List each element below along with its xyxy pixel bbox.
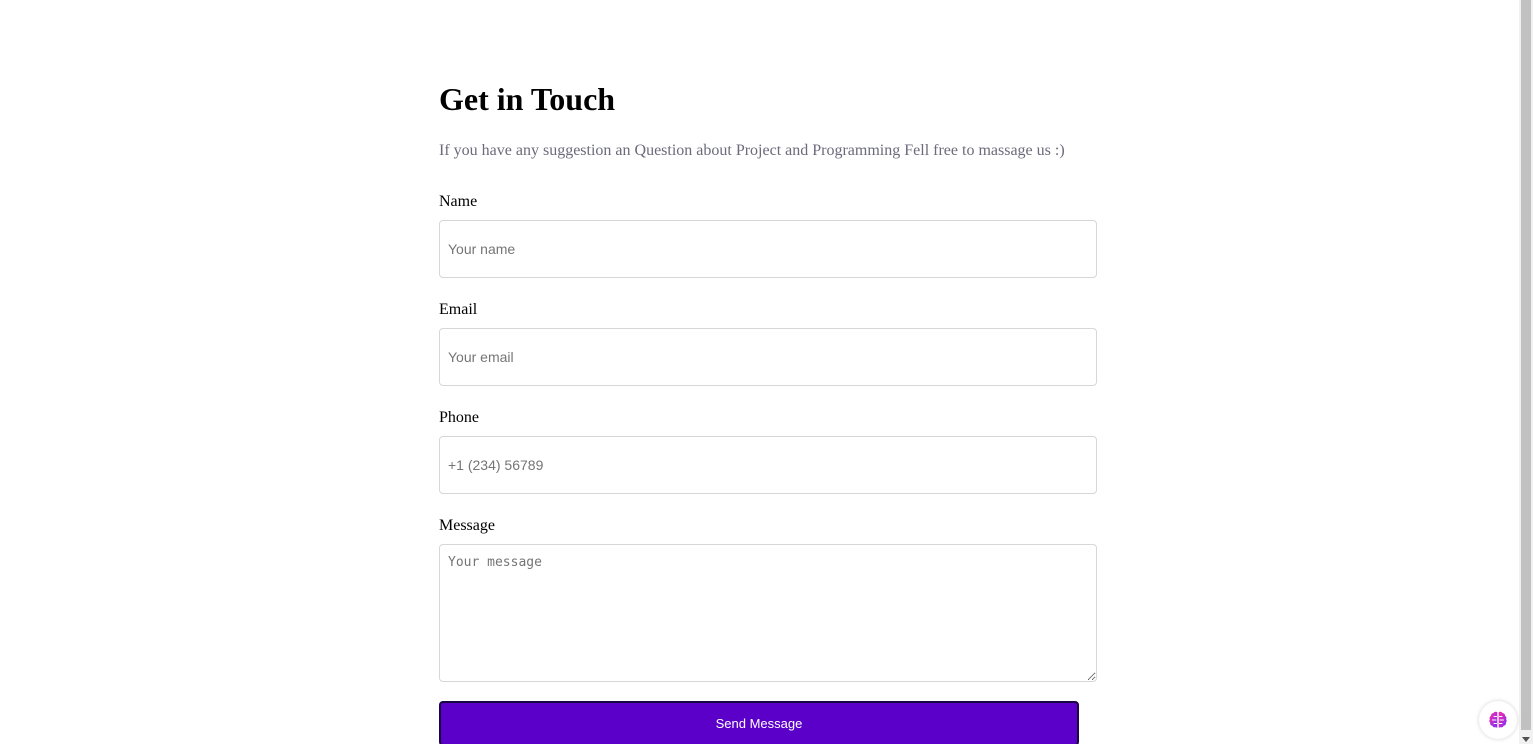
page-subtitle: If you have any suggestion an Question a… bbox=[439, 142, 1065, 159]
phone-label: Phone bbox=[439, 409, 479, 426]
name-input[interactable] bbox=[439, 220, 1097, 278]
email-label: Email bbox=[439, 301, 478, 318]
message-textarea[interactable] bbox=[439, 544, 1097, 682]
page-title: Get in Touch bbox=[439, 81, 616, 117]
scrollbar-thumb[interactable] bbox=[1521, 0, 1531, 730]
contact-form: Get in Touch If you have any suggestion … bbox=[439, 78, 1097, 744]
send-message-button[interactable]: Send Message bbox=[439, 701, 1079, 744]
message-label: Message bbox=[439, 517, 495, 534]
name-label: Name bbox=[439, 193, 478, 210]
email-input[interactable] bbox=[439, 328, 1097, 386]
page: Get in Touch If you have any suggestion … bbox=[0, 0, 1533, 744]
phone-input[interactable] bbox=[439, 436, 1097, 494]
scroll-down-arrow-icon[interactable] bbox=[1522, 737, 1530, 742]
vertical-scrollbar[interactable] bbox=[1519, 0, 1533, 744]
brain-widget-button[interactable] bbox=[1479, 701, 1517, 739]
brain-icon bbox=[1489, 711, 1507, 728]
